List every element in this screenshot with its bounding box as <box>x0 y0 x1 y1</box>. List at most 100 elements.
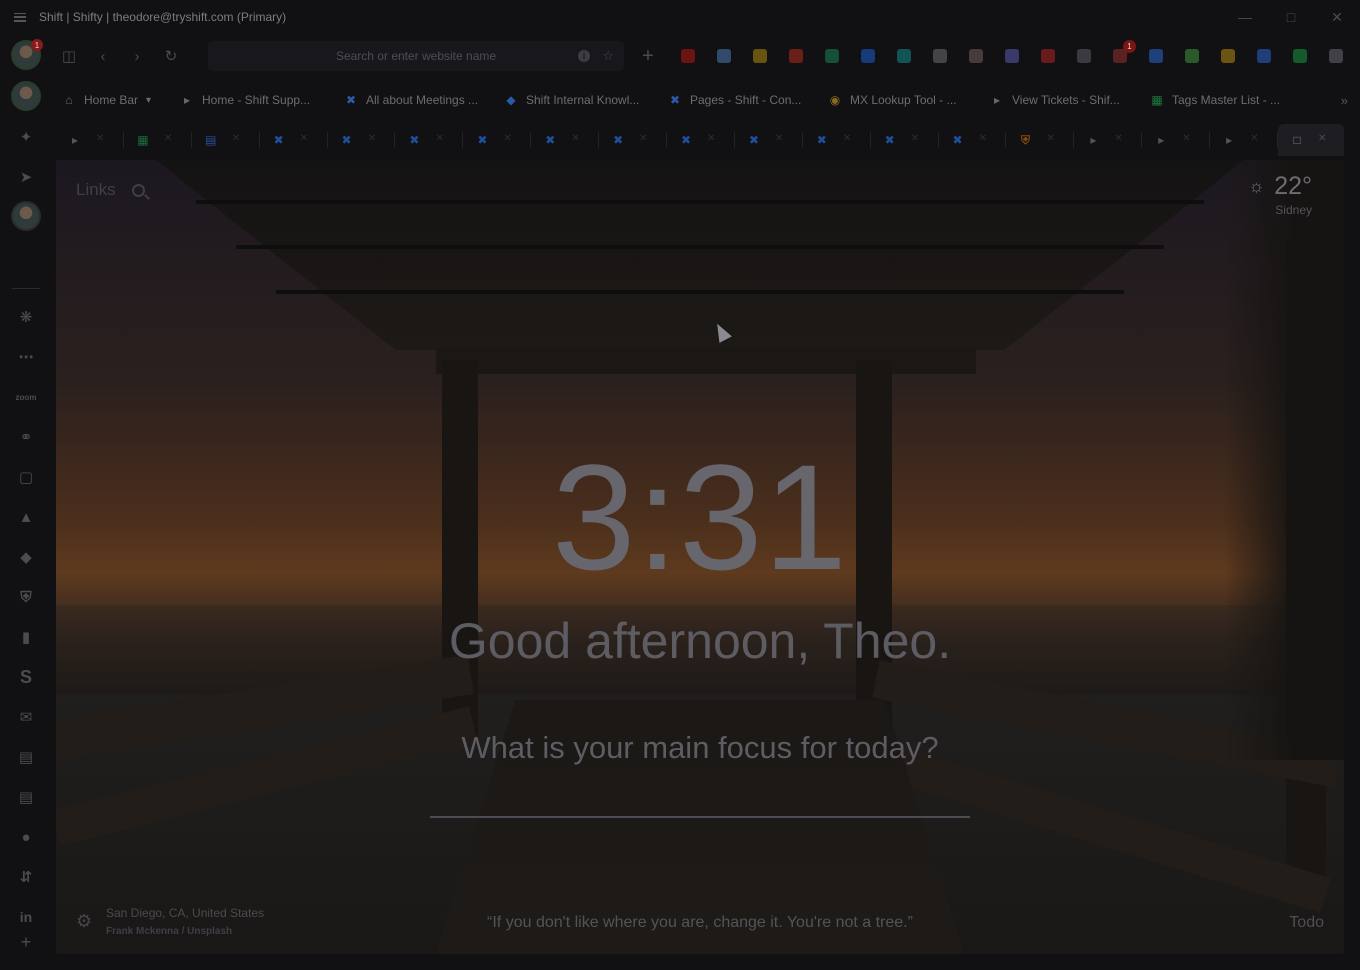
tab[interactable]: ▸ ✕ <box>1142 124 1211 156</box>
close-tab-icon[interactable]: ✕ <box>232 133 240 144</box>
rocket-icon[interactable]: ➤ <box>11 162 41 192</box>
calendar-red-icon[interactable] <box>1036 44 1060 68</box>
pin-icon[interactable]: ✦ <box>11 122 41 152</box>
bar-chart-icon[interactable]: ▮ <box>11 622 41 652</box>
hamburger-menu-icon[interactable] <box>14 12 26 22</box>
sidebar-toggle-icon[interactable]: ◫ <box>52 41 86 71</box>
multi-color-app-icon[interactable] <box>712 44 736 68</box>
yellow-app-icon[interactable] <box>748 44 772 68</box>
google-keep-icon[interactable] <box>1216 44 1240 68</box>
close-tab-icon[interactable]: ✕ <box>571 133 579 144</box>
bookmark-item[interactable]: ⌂ Home Bar ▾ <box>52 84 170 116</box>
todoist-icon[interactable] <box>784 44 808 68</box>
tab[interactable]: ✖ ✕ <box>735 124 803 156</box>
google-drive-icon[interactable]: ▲ <box>11 502 41 532</box>
close-tab-icon[interactable]: ✕ <box>1182 133 1190 144</box>
tab[interactable]: ▸ ✕ <box>1210 124 1278 156</box>
tab[interactable]: ✖ ✕ <box>803 124 871 156</box>
hubspot-icon[interactable]: ⚭ <box>11 422 41 452</box>
weather-widget[interactable]: ☼ 22° Sidney <box>1246 172 1312 217</box>
close-tab-icon[interactable]: ✕ <box>639 133 647 144</box>
close-tab-icon[interactable]: ✕ <box>300 133 308 144</box>
bookmark-item[interactable]: ▦ Tags Master List - ... <box>1140 84 1290 116</box>
chevron-down-icon[interactable]: ▾ <box>146 95 151 106</box>
zoom-icon[interactable] <box>856 44 880 68</box>
back-icon[interactable]: ‹ <box>86 41 120 71</box>
tab[interactable]: ✖ ✕ <box>939 124 1007 156</box>
tab[interactable]: ▸ ✕ <box>1074 124 1143 156</box>
links-label[interactable]: Links <box>76 180 116 200</box>
close-tab-icon[interactable]: ✕ <box>503 133 511 144</box>
minimize-icon[interactable]: — <box>1222 0 1268 34</box>
shield-app-icon[interactable]: ⛨ <box>11 582 41 612</box>
reload-icon[interactable]: ↻ <box>154 41 188 71</box>
add-app-icon[interactable]: + <box>11 927 41 957</box>
square-app-icon[interactable]: ▢ <box>11 462 41 492</box>
tab[interactable]: ✖ ✕ <box>395 124 464 156</box>
close-tab-icon[interactable]: ✕ <box>96 133 104 144</box>
tab[interactable]: ✖ ✕ <box>871 124 939 156</box>
close-tab-icon[interactable]: ✕ <box>707 133 715 144</box>
tab[interactable]: ✖ ✕ <box>599 124 667 156</box>
forward-icon[interactable]: › <box>120 41 154 71</box>
google-docs-icon[interactable] <box>1252 44 1276 68</box>
links-menu[interactable]: Links <box>76 180 145 200</box>
google-calendar-icon[interactable] <box>1144 44 1168 68</box>
address-bar[interactable]: Search or enter website name i ☆ <box>208 41 624 71</box>
todo-button[interactable]: Todo <box>1289 914 1324 932</box>
document-icon[interactable]: ▤ <box>11 742 41 772</box>
close-tab-icon[interactable]: ✕ <box>435 133 443 144</box>
tab[interactable]: ✖ ✕ <box>667 124 735 156</box>
arrows-updown-icon[interactable]: ⇵ <box>11 862 41 892</box>
secondary-account-avatar[interactable] <box>11 81 41 111</box>
bookmark-item[interactable]: ▸ Home - Shift Supp... <box>170 84 334 116</box>
more-dots-icon[interactable]: ⋯ <box>11 342 41 372</box>
bookmark-item[interactable]: ▸ View Tickets - Shif... <box>980 84 1140 116</box>
bookmark-item[interactable]: ✖ All about Meetings ... <box>334 84 494 116</box>
tab[interactable]: ⛨ ✕ <box>1006 124 1075 156</box>
focus-input[interactable] <box>430 786 970 818</box>
close-tab-icon[interactable]: ✕ <box>1250 133 1258 144</box>
slack-icon[interactable]: ❋ <box>11 302 41 332</box>
red-app-icon[interactable] <box>676 44 700 68</box>
maximize-icon[interactable]: □ <box>1268 0 1314 34</box>
bookmark-star-icon[interactable]: ☆ <box>602 48 614 64</box>
skype-icon[interactable]: S <box>11 662 41 692</box>
settings-gear-icon[interactable] <box>1324 44 1348 68</box>
close-tab-icon[interactable]: ✕ <box>164 133 172 144</box>
tab[interactable]: ▦ ✕ <box>124 124 192 156</box>
close-tab-icon[interactable]: ✕ <box>911 133 919 144</box>
layers-icon[interactable] <box>1072 44 1096 68</box>
bookmark-item[interactable]: ◆ Shift Internal Knowl... <box>494 84 658 116</box>
close-icon[interactable]: ✕ <box>1314 0 1360 34</box>
close-tab-icon[interactable]: ✕ <box>1046 133 1054 144</box>
document-alt-icon[interactable]: ▤ <box>11 782 41 812</box>
cloud-icon[interactable] <box>928 44 952 68</box>
tab[interactable]: ✖ ✕ <box>463 124 532 156</box>
chrome-icon[interactable] <box>1000 44 1024 68</box>
jar-icon[interactable] <box>964 44 988 68</box>
mail-icon[interactable]: ✉ <box>11 702 41 732</box>
bookmark-item[interactable]: ◉ MX Lookup Tool - ... <box>818 84 980 116</box>
new-tab-button[interactable]: + <box>636 41 660 71</box>
tab[interactable]: ▤ ✕ <box>192 124 260 156</box>
tab[interactable]: ▸ ✕ <box>56 124 124 156</box>
close-tab-icon[interactable]: ✕ <box>368 133 376 144</box>
google-sheets-icon[interactable] <box>1288 44 1312 68</box>
close-tab-icon[interactable]: ✕ <box>1318 133 1326 144</box>
tab[interactable]: ✖ ✕ <box>531 124 600 156</box>
bookmark-item[interactable]: ✖ Pages - Shift - Con... <box>658 84 818 116</box>
team-icon[interactable]: ● <box>11 822 41 852</box>
tab[interactable]: ✖ ✕ <box>328 124 396 156</box>
bookmarks-overflow-icon[interactable]: » <box>1341 93 1348 108</box>
search-icon[interactable] <box>131 183 145 197</box>
close-tab-icon[interactable]: ✕ <box>843 133 851 144</box>
close-tab-icon[interactable]: ✕ <box>775 133 783 144</box>
google-drive-icon[interactable] <box>1180 44 1204 68</box>
tab-active[interactable]: □ ✕ <box>1278 124 1344 156</box>
gmail-icon[interactable]: 1 <box>1108 40 1136 68</box>
user-avatar[interactable] <box>11 201 41 231</box>
close-tab-icon[interactable]: ✕ <box>1114 133 1122 144</box>
close-tab-icon[interactable]: ✕ <box>979 133 987 144</box>
primary-account-avatar[interactable]: 1 <box>11 39 43 70</box>
